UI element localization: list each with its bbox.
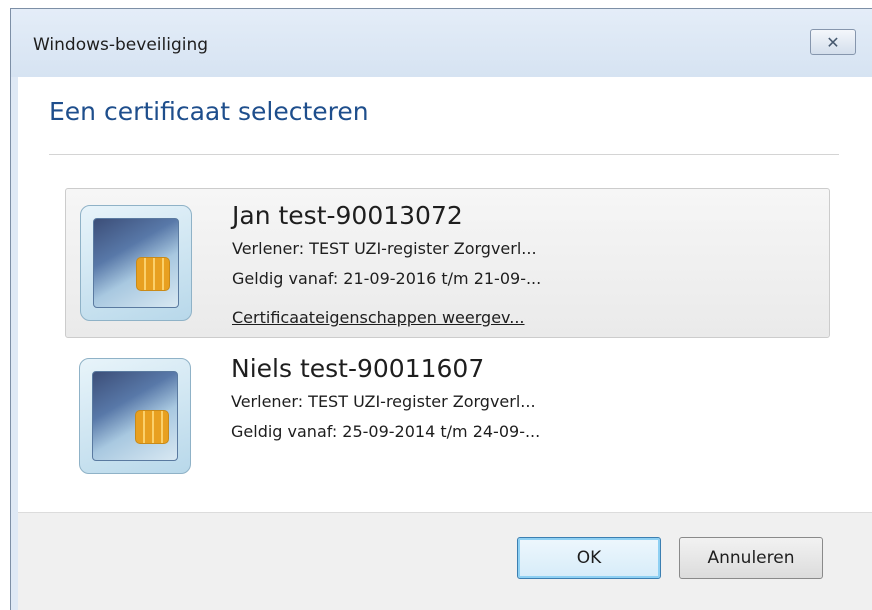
certificate-properties-link[interactable]: Certificaateigenschappen weergev... [232,308,525,327]
heading-divider [49,154,839,155]
certificate-name: Niels test-90011607 [231,354,485,383]
close-icon: ✕ [826,32,840,52]
certificate-item-niels[interactable]: Niels test-90011607 Verlener: TEST UZI-r… [65,342,830,492]
dialog-heading: Een certificaat selecteren [49,97,369,126]
certificate-issuer: Verlener: TEST UZI-register Zorgverl... [231,392,536,411]
window-title: Windows-beveiliging [33,35,209,55]
close-button[interactable]: ✕ [810,29,856,55]
chip-shape [136,257,170,291]
certificate-item-jan[interactable]: Jan test-90013072 Verlener: TEST UZI-reg… [65,188,830,338]
certificate-validity: Geldig vanaf: 21-09-2016 t/m 21-09-... [232,269,542,288]
certificate-issuer: Verlener: TEST UZI-register Zorgverl... [232,239,537,258]
ok-button[interactable]: OK [517,537,661,579]
button-bar: OK Annuleren [18,512,872,610]
certificate-name: Jan test-90013072 [232,201,463,230]
title-bar[interactable]: Windows-beveiliging ✕ [11,9,872,77]
smartcard-icon [80,205,192,321]
dialog-window: Windows-beveiliging ✕ Een certificaat se… [10,8,872,610]
certificate-validity: Geldig vanaf: 25-09-2014 t/m 24-09-... [231,422,541,441]
cancel-button[interactable]: Annuleren [679,537,823,579]
smartcard-icon [79,358,191,474]
chip-shape [135,410,169,444]
